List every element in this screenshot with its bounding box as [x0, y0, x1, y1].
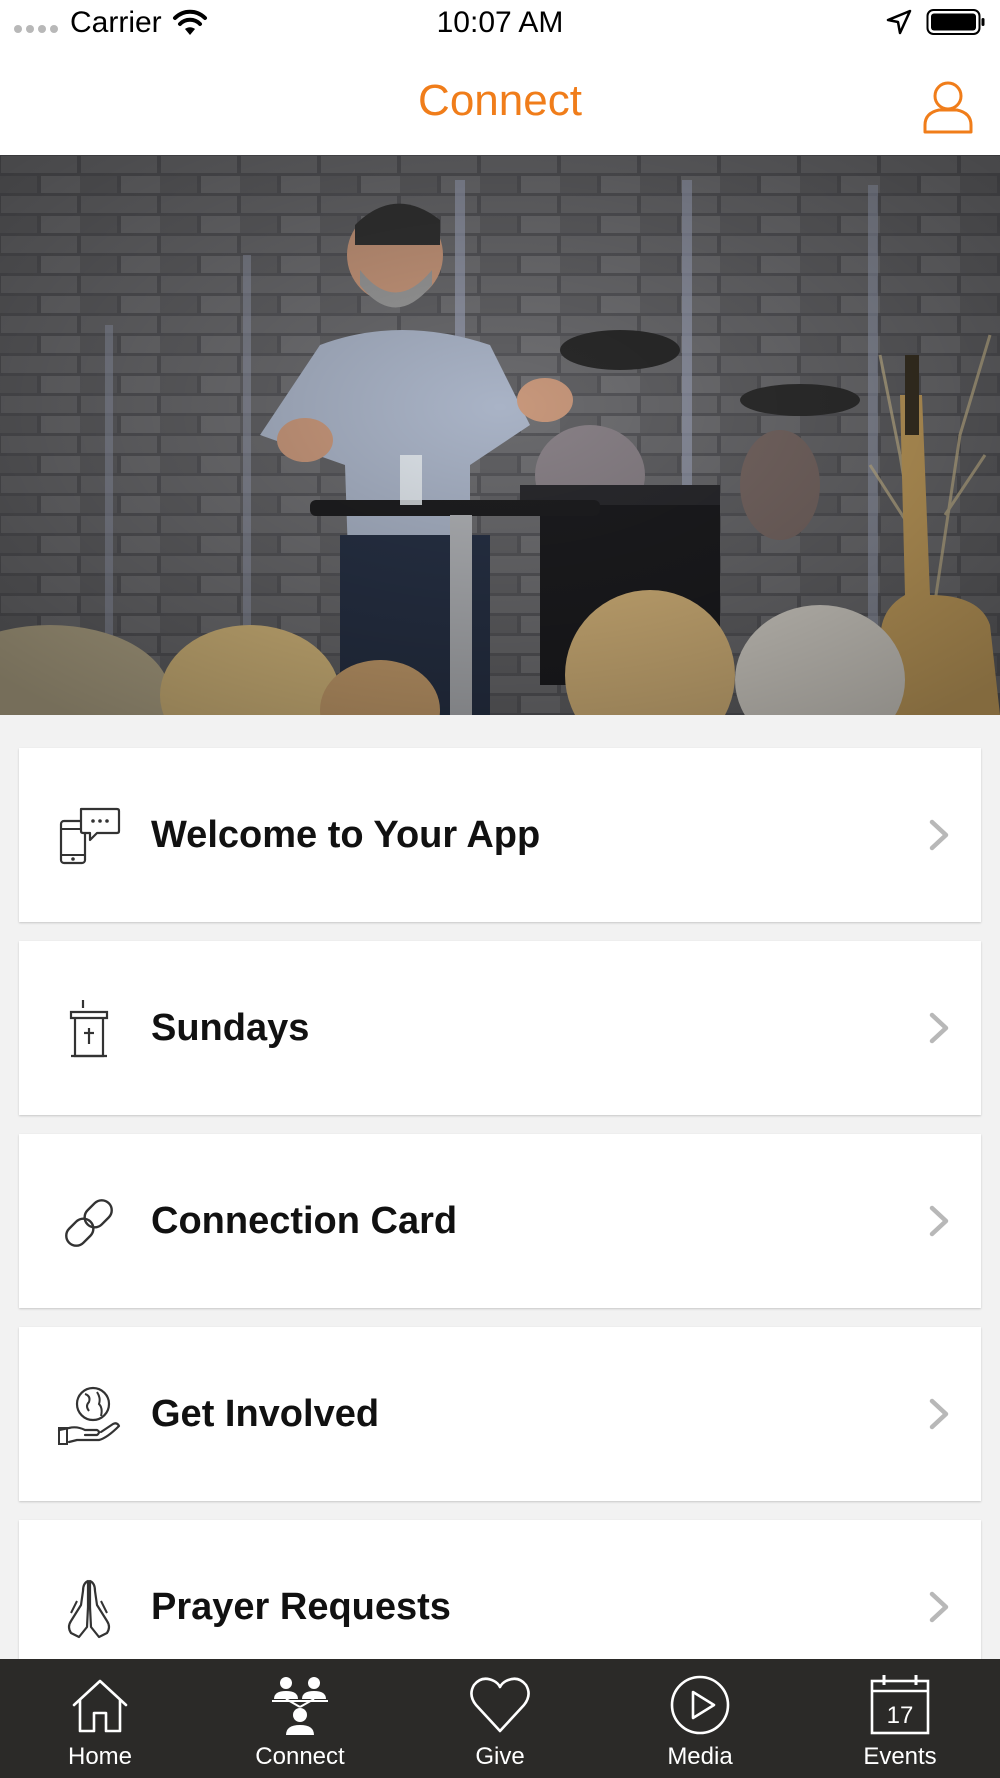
status-right	[886, 8, 986, 36]
chevron-right-icon	[929, 1591, 949, 1623]
tab-media[interactable]: Media	[600, 1659, 800, 1778]
hero-photo	[0, 155, 1000, 715]
tab-label: Give	[475, 1743, 525, 1770]
list-item-get-involved[interactable]: Get Involved	[19, 1327, 981, 1501]
tab-label: Events	[863, 1743, 937, 1770]
hero-image	[0, 155, 1000, 715]
calendar-day: 17	[887, 1702, 914, 1729]
list-item-label: Connection Card	[151, 1200, 458, 1242]
location-arrow-icon	[886, 9, 912, 35]
list-item-label: Sundays	[151, 1007, 310, 1049]
tab-label: Home	[67, 1743, 133, 1770]
list-item-label: Get Involved	[151, 1393, 380, 1435]
home-icon	[72, 1679, 128, 1733]
globe-hand-icon	[57, 1386, 121, 1445]
play-icon	[670, 1675, 730, 1735]
calendar-icon: 17	[870, 1675, 930, 1735]
status-bar: Carrier 10:07 AM	[0, 0, 1000, 48]
list-item-label: Welcome to Your App	[151, 814, 541, 856]
chevron-right-icon	[929, 1012, 949, 1044]
profile-icon[interactable]	[922, 78, 974, 134]
tab-give[interactable]: Give	[400, 1659, 600, 1778]
status-time: 10:07 AM	[436, 6, 564, 39]
chevron-right-icon	[929, 1205, 949, 1237]
tab-bar: Home Connect Give Media 17 Events	[0, 1659, 1000, 1778]
nav-header: Connect	[0, 48, 1000, 155]
tab-label: Connect	[255, 1743, 345, 1770]
battery-icon	[926, 9, 985, 35]
praying-hands-icon	[67, 1579, 111, 1639]
heart-icon	[470, 1677, 530, 1733]
tab-home[interactable]: Home	[0, 1659, 200, 1778]
people-icon	[272, 1677, 328, 1735]
list-item-welcome[interactable]: Welcome to Your App	[19, 748, 981, 922]
tab-events[interactable]: 17 Events	[800, 1659, 1000, 1778]
list-item-connection-card[interactable]: Connection Card	[19, 1134, 981, 1308]
phone-chat-icon	[59, 807, 121, 865]
list-item-sundays[interactable]: Sundays	[19, 941, 981, 1115]
page-title: Connect	[418, 76, 582, 125]
chevron-right-icon	[929, 819, 949, 851]
chevron-right-icon	[929, 1398, 949, 1430]
tab-label: Media	[667, 1743, 733, 1770]
pulpit-icon	[69, 1000, 109, 1058]
link-icon	[65, 1199, 113, 1247]
menu-list: Welcome to Your App Sundays Connection C…	[19, 748, 981, 1713]
tab-connect[interactable]: Connect	[200, 1659, 400, 1778]
